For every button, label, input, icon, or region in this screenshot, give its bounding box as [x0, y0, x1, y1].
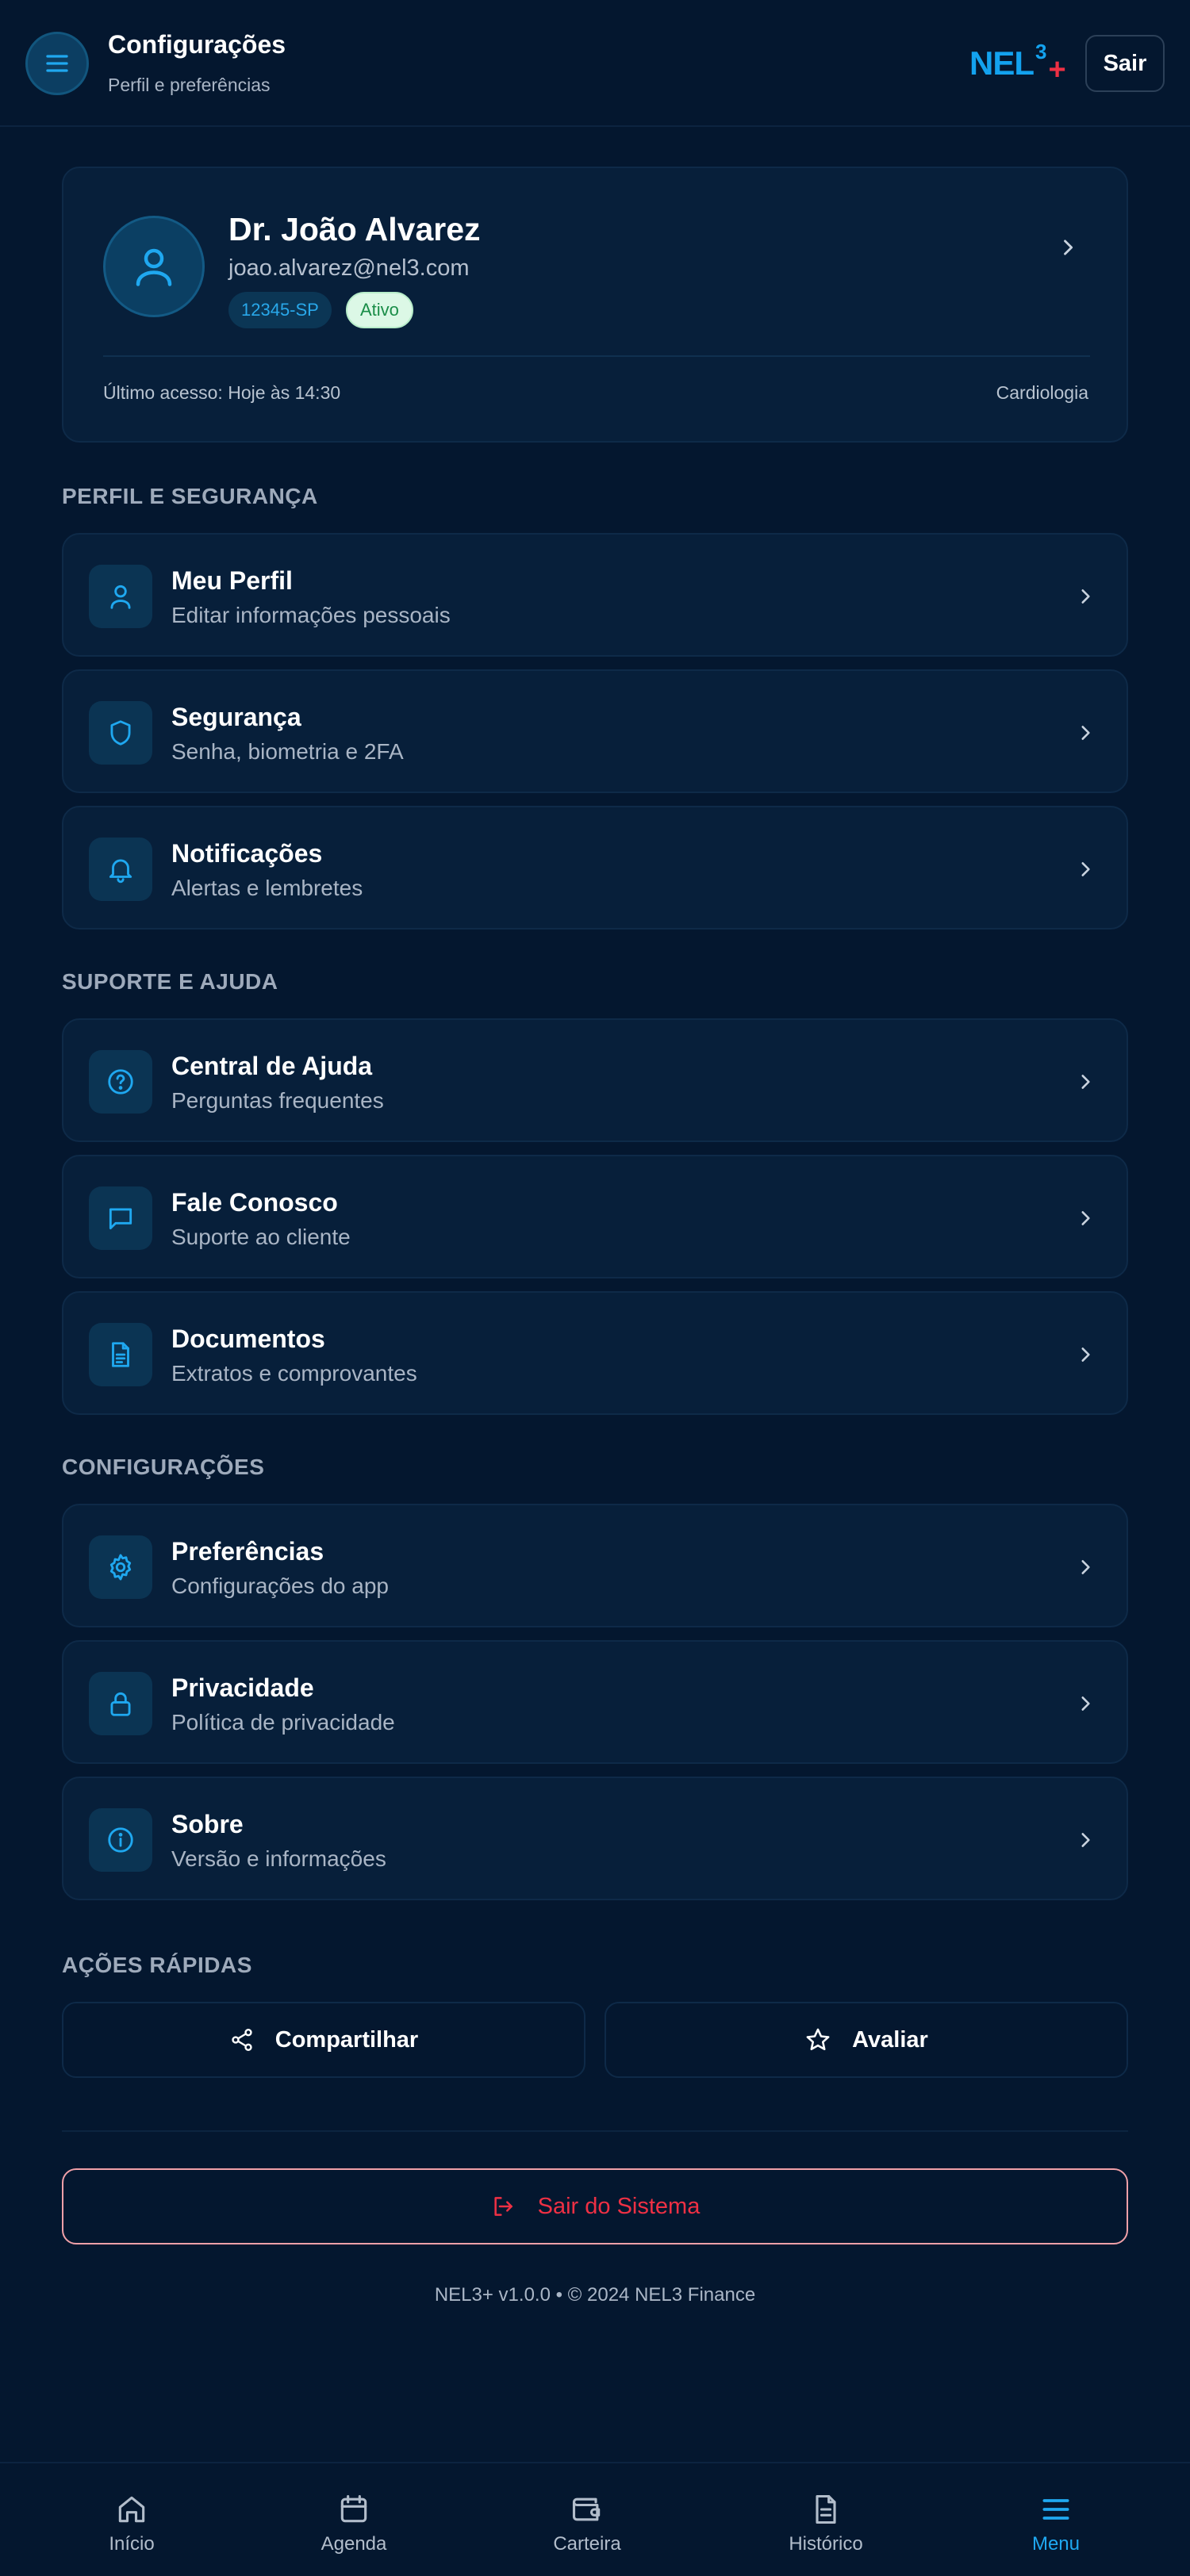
- item-subtitle: Senha, biometria e 2FA: [171, 739, 404, 764]
- section-title-profile-security: PERFIL E SEGURANÇA: [62, 484, 318, 508]
- shield-icon: [89, 701, 152, 765]
- item-subtitle: Política de privacidade: [171, 1710, 395, 1735]
- divider: [62, 2130, 1128, 2132]
- logout-icon: [490, 2194, 516, 2219]
- section-title-settings: CONFIGURAÇÕES: [62, 1455, 265, 1479]
- chevron-right-icon[interactable]: [1044, 224, 1092, 271]
- nav-label: Carteira: [553, 2533, 621, 2555]
- item-subtitle: Perguntas frequentes: [171, 1088, 384, 1113]
- user-icon: [89, 565, 152, 628]
- chevron-right-icon: [1069, 717, 1101, 749]
- item-subtitle: Extratos e comprovantes: [171, 1361, 417, 1386]
- last-access-text: Último acesso: Hoje às 14:30: [103, 382, 341, 403]
- specialty-text: Cardiologia: [996, 382, 1088, 403]
- nav-label: Menu: [1031, 2533, 1081, 2555]
- nav-item-agenda[interactable]: Agenda: [274, 2463, 433, 2576]
- star-icon: [804, 2026, 831, 2053]
- menu-button[interactable]: [25, 32, 89, 95]
- item-subtitle: Versão e informações: [171, 1846, 386, 1871]
- item-title: Central de Ajuda: [171, 1052, 373, 1080]
- item-title: Meu Perfil: [171, 566, 293, 595]
- chevron-right-icon: [1069, 1824, 1101, 1856]
- brand-logo: NEL 3 +: [969, 40, 1066, 90]
- lock-icon: [89, 1672, 152, 1735]
- rate-button[interactable]: Avaliar: [605, 2002, 1128, 2078]
- nav-item-history[interactable]: Histórico: [747, 2463, 905, 2576]
- exit-button[interactable]: Sair: [1085, 35, 1165, 92]
- logo-text: NEL: [969, 44, 1035, 82]
- profile-card[interactable]: Dr. João Alvarez joao.alvarez@nel3.com 1…: [62, 167, 1128, 443]
- wallet-icon: [570, 2492, 605, 2527]
- crm-badge: 12345-SP: [228, 292, 332, 328]
- menu-item-preferences[interactable]: Preferências Configurações do app: [62, 1504, 1128, 1627]
- section-title-support: SUPORTE E AJUDA: [62, 969, 278, 994]
- page-subtitle: Perfil e preferências: [108, 75, 271, 95]
- menu-item-documents[interactable]: Documentos Extratos e comprovantes: [62, 1291, 1128, 1415]
- chevron-right-icon: [1069, 1066, 1101, 1098]
- menu-item-help-center[interactable]: Central de Ajuda Perguntas frequentes: [62, 1018, 1128, 1142]
- menu-item-notifications[interactable]: Notificações Alertas e lembretes: [62, 806, 1128, 930]
- item-subtitle: Editar informações pessoais: [171, 603, 451, 627]
- logout-label: Sair do Sistema: [537, 2193, 701, 2219]
- user-icon: [130, 243, 178, 290]
- document-icon: [89, 1323, 152, 1386]
- help-circle-icon: [89, 1050, 152, 1114]
- item-title: Preferências: [171, 1537, 324, 1566]
- hamburger-icon: [43, 49, 71, 78]
- app-header: Configurações Perfil e preferências NEL …: [0, 0, 1190, 127]
- item-title: Notificações: [171, 839, 323, 868]
- chevron-right-icon: [1069, 1688, 1101, 1719]
- status-badge: Ativo: [346, 292, 413, 328]
- menu-item-security[interactable]: Segurança Senha, biometria e 2FA: [62, 669, 1128, 793]
- menu-item-privacy[interactable]: Privacidade Política de privacidade: [62, 1640, 1128, 1764]
- nav-item-home[interactable]: Início: [52, 2463, 211, 2576]
- section-title-quick-actions: AÇÕES RÁPIDAS: [62, 1953, 252, 1977]
- chevron-right-icon: [1069, 1202, 1101, 1234]
- chevron-right-icon: [1069, 1551, 1101, 1583]
- chevron-right-icon: [1069, 1339, 1101, 1370]
- menu-icon: [1038, 2492, 1073, 2527]
- menu-item-about[interactable]: Sobre Versão e informações: [62, 1777, 1128, 1900]
- item-title: Sobre: [171, 1810, 244, 1838]
- item-title: Fale Conosco: [171, 1188, 338, 1217]
- calendar-icon: [336, 2492, 371, 2527]
- item-subtitle: Configurações do app: [171, 1574, 389, 1598]
- menu-item-contact-us[interactable]: Fale Conosco Suporte ao cliente: [62, 1155, 1128, 1278]
- nav-item-wallet[interactable]: Carteira: [508, 2463, 666, 2576]
- nav-label: Histórico: [789, 2533, 863, 2555]
- nav-label: Agenda: [321, 2533, 387, 2555]
- chevron-right-icon: [1069, 581, 1101, 612]
- logo-plus: +: [1048, 53, 1066, 86]
- item-title: Segurança: [171, 703, 301, 731]
- bottom-navigation: Início Agenda Carteira Histórico Menu: [0, 2462, 1190, 2576]
- chevron-right-icon: [1069, 853, 1101, 885]
- item-title: Documentos: [171, 1324, 325, 1353]
- share-icon: [229, 2027, 255, 2053]
- bell-icon: [89, 838, 152, 901]
- message-icon: [89, 1186, 152, 1250]
- logout-button[interactable]: Sair do Sistema: [62, 2168, 1128, 2244]
- logo-superscript: 3: [1035, 40, 1047, 63]
- home-icon: [114, 2492, 149, 2527]
- footer-version: NEL3+ v1.0.0 • © 2024 NEL3 Finance: [434, 2284, 756, 2306]
- nav-item-menu[interactable]: Menu: [977, 2463, 1135, 2576]
- profile-email: joao.alvarez@nel3.com: [228, 255, 470, 281]
- rate-label: Avaliar: [852, 2026, 928, 2053]
- profile-name: Dr. João Alvarez: [228, 211, 481, 247]
- share-button[interactable]: Compartilhar: [62, 2002, 585, 2078]
- divider: [103, 355, 1090, 357]
- item-subtitle: Alertas e lembretes: [171, 876, 363, 900]
- nav-label: Início: [109, 2533, 155, 2555]
- share-label: Compartilhar: [274, 2026, 419, 2053]
- page-title: Configurações: [108, 30, 286, 59]
- info-icon: [89, 1808, 152, 1872]
- item-title: Privacidade: [171, 1673, 314, 1702]
- avatar: [103, 216, 205, 317]
- file-icon: [808, 2492, 843, 2527]
- item-subtitle: Suporte ao cliente: [171, 1225, 351, 1249]
- menu-item-my-profile[interactable]: Meu Perfil Editar informações pessoais: [62, 533, 1128, 657]
- gear-icon: [89, 1535, 152, 1599]
